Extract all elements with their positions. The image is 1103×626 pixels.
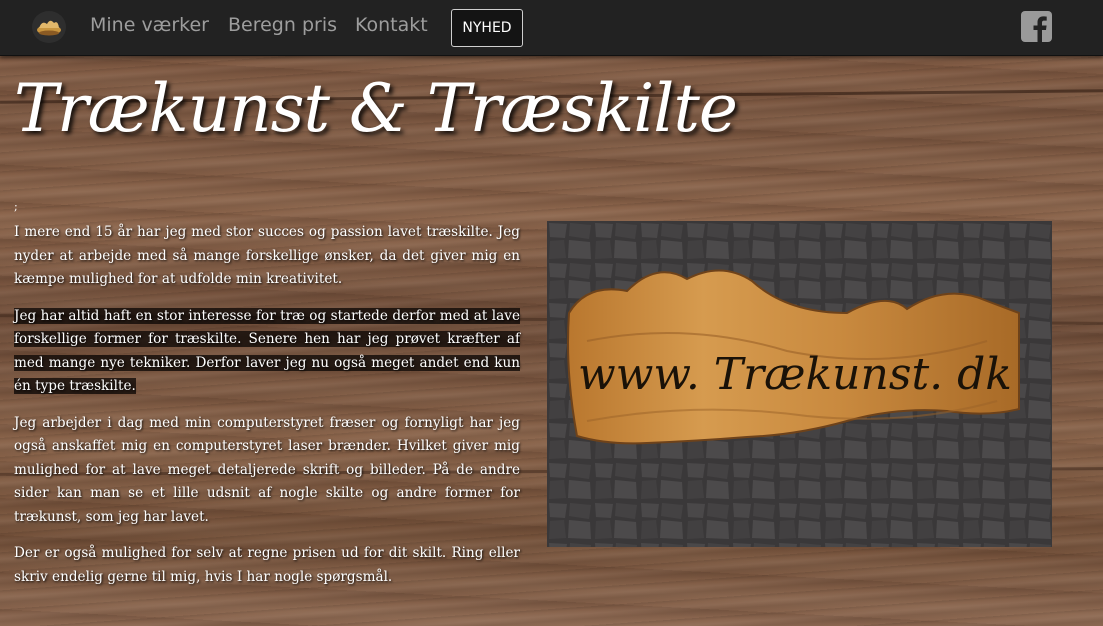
paragraph-4: Der er også mulighed for selv at regne p…	[14, 545, 520, 585]
page-title: Trækunst & Træskilte	[14, 70, 738, 147]
stray-character: ;	[14, 200, 18, 213]
nav-link-kontakt[interactable]: Kontakt	[355, 14, 428, 36]
nav-link-mine-vaerker[interactable]: Mine værker	[90, 14, 209, 36]
sign-text: www. Trækunst. dk	[578, 349, 1012, 400]
wood-logo-icon[interactable]	[32, 11, 66, 43]
paragraph-3: Jeg arbejder i dag med min computerstyre…	[14, 414, 520, 525]
top-navbar: Mine værker Beregn pris Kontakt NYHED	[0, 0, 1103, 56]
nyhed-button[interactable]: NYHED	[451, 9, 523, 47]
sign-photo: www. Trækunst. dk	[547, 221, 1052, 547]
intro-text-column: I mere end 15 år har jeg med stor succes…	[14, 221, 520, 602]
paragraph-2: Jeg har altid haft en stor interesse for…	[14, 305, 520, 399]
nav-link-beregn-pris[interactable]: Beregn pris	[228, 14, 337, 36]
facebook-icon[interactable]	[1021, 11, 1052, 42]
highlighted-selection: Jeg har altid haft en stor interesse for…	[14, 307, 520, 324]
paragraph-1: I mere end 15 år har jeg med stor succes…	[14, 224, 520, 287]
paragraph-2-rest: forskellige former for træskilte. Senere…	[14, 331, 520, 394]
